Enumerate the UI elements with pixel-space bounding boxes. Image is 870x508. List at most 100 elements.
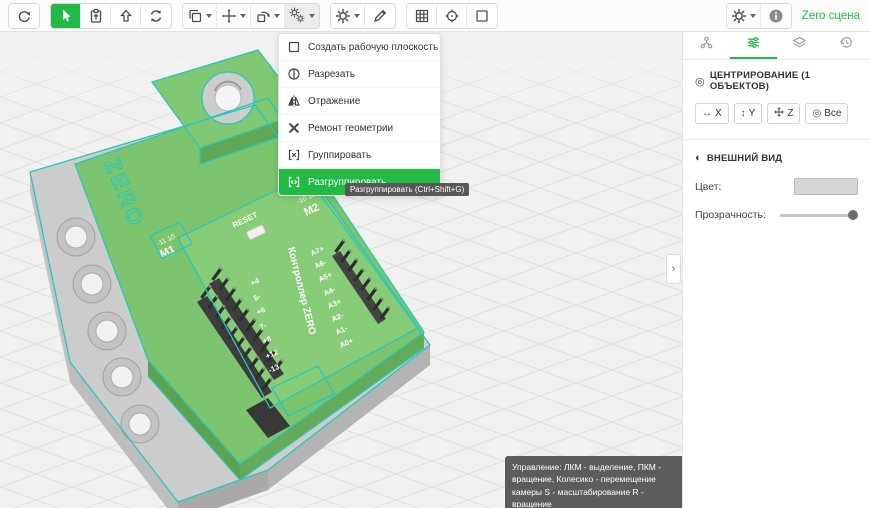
- controls-tooltip: Управление: ЛКМ - выделение, ПКМ - враще…: [505, 456, 682, 508]
- toolbar-group-edit: [330, 3, 396, 29]
- panel-divider: [683, 139, 870, 140]
- menu-item-mirror[interactable]: Отражение: [279, 88, 440, 115]
- axis-buttons: ↔ X ↕ Y Z ◎ Все: [695, 103, 858, 124]
- info-icon: [768, 8, 784, 24]
- modify-dropdown-button[interactable]: [285, 4, 319, 28]
- copy-icon: [187, 8, 203, 24]
- color-row: Цвет:: [695, 178, 858, 195]
- appearance-section: ◐ ВНЕШНИЙ ВИД Цвет: Прозрачность:: [683, 142, 870, 237]
- tab-structure[interactable]: [683, 32, 730, 59]
- tab-properties[interactable]: [730, 32, 777, 59]
- centering-title: ЦЕНТРИРОВАНИЕ (1 ОБЪЕКТОВ): [710, 70, 858, 92]
- copy-dropdown-button[interactable]: [183, 4, 217, 28]
- centering-title-row: ◎ ЦЕНТРИРОВАНИЕ (1 ОБЪЕКТОВ): [695, 70, 858, 92]
- rotate-icon: [255, 8, 271, 24]
- mirror-icon: [287, 94, 301, 108]
- center-y-button[interactable]: ↕ Y: [734, 103, 763, 124]
- square-icon: [474, 8, 490, 24]
- slider-track: [780, 214, 858, 217]
- transparency-row: Прозрачность:: [695, 209, 858, 221]
- target-icon: [444, 8, 460, 24]
- vertical-arrows-icon: ↕: [741, 108, 746, 119]
- toolbar-group-tools: [50, 3, 172, 29]
- clipboard-icon: [88, 8, 104, 24]
- slider-knob[interactable]: [848, 210, 858, 220]
- gears-icon: [289, 7, 306, 24]
- menu-item-label: Отражение: [308, 96, 360, 107]
- menu-item-label: Ремонт геометрии: [308, 123, 393, 134]
- grid-button[interactable]: [407, 4, 437, 28]
- chevron-right-icon: ›: [672, 263, 676, 275]
- scene-title: Zero сцена: [802, 10, 862, 22]
- bullseye-icon: ◎: [812, 108, 821, 119]
- sliders-icon: [746, 35, 761, 55]
- tab-history[interactable]: [823, 32, 870, 59]
- ungroup-icon: [287, 175, 301, 189]
- select-tool-button[interactable]: [51, 4, 81, 28]
- appearance-title-row: ◐ ВНЕШНИЙ ВИД: [695, 152, 858, 164]
- app-window: Zero сцена: [0, 0, 870, 508]
- move-dropdown-button[interactable]: [217, 4, 251, 28]
- chevron-down-icon: [240, 14, 246, 18]
- panel-tabs: [683, 32, 870, 60]
- sync-icon: [148, 8, 164, 24]
- menu-item-label: Группировать: [308, 150, 371, 161]
- menu-item-create-plane[interactable]: Создать рабочую плоскость: [279, 34, 440, 61]
- chevron-down-icon: [750, 14, 756, 18]
- chevron-down-icon: [309, 14, 315, 18]
- center-x-button[interactable]: ↔ X: [695, 103, 729, 124]
- menu-item-label: Создать рабочую плоскость: [308, 42, 438, 53]
- target-icon: ◎: [695, 75, 705, 88]
- viewport: ZERO -11 10 M1 RESET -10 11 M2 Контролле…: [0, 32, 682, 508]
- focus-button[interactable]: [437, 4, 467, 28]
- menu-item-label: Разрезать: [308, 69, 355, 80]
- center-all-button[interactable]: ◎ Все: [805, 103, 848, 124]
- menu-item-cut[interactable]: Разрезать: [279, 61, 440, 88]
- horizontal-arrows-icon: ↔: [702, 108, 712, 119]
- menu-item-group[interactable]: Группировать: [279, 142, 440, 169]
- grid-icon: [414, 8, 430, 24]
- cut-icon: [287, 67, 301, 81]
- tab-layers[interactable]: [777, 32, 824, 59]
- sync-tool-button[interactable]: [141, 4, 171, 28]
- frame-button[interactable]: [467, 4, 497, 28]
- up-arrow-icon: [118, 8, 134, 24]
- upload-tool-button[interactable]: [111, 4, 141, 28]
- scene-settings-dropdown-button[interactable]: [727, 4, 761, 28]
- tree-icon: [699, 35, 714, 55]
- reload-icon: [16, 8, 32, 24]
- appearance-title: ВНЕШНИЙ ВИД: [707, 153, 782, 164]
- paste-tool-button[interactable]: [81, 4, 111, 28]
- gear-icon: [335, 8, 351, 24]
- settings-dropdown-button[interactable]: [331, 4, 365, 28]
- modify-dropdown-menu: Создать рабочую плоскость Разрезать Отра…: [278, 33, 441, 196]
- panel-collapse-button[interactable]: ›: [666, 254, 681, 284]
- pencil-icon: [372, 8, 388, 24]
- center-z-button[interactable]: Z: [767, 103, 800, 124]
- transparency-slider[interactable]: [780, 210, 858, 221]
- toolbar-group-reload: [8, 3, 40, 29]
- top-toolbar: Zero сцена: [0, 0, 870, 32]
- chevron-down-icon: [206, 14, 212, 18]
- info-button[interactable]: [761, 4, 791, 28]
- head-hole: [215, 85, 241, 111]
- menu-tooltip: Разгруппировать (Ctrl+Shift+G): [345, 183, 469, 196]
- edit-button[interactable]: [365, 4, 395, 28]
- repair-icon: [287, 121, 301, 135]
- toolbar-right: Zero сцена: [726, 3, 862, 29]
- reload-button[interactable]: [9, 4, 39, 28]
- chevron-down-icon: [274, 14, 280, 18]
- group-icon: [287, 148, 301, 162]
- toolbar-group-transform: [182, 3, 320, 29]
- main-area: ZERO -11 10 M1 RESET -10 11 M2 Контролле…: [0, 32, 870, 508]
- rotate-dropdown-button[interactable]: [251, 4, 285, 28]
- color-swatch[interactable]: [794, 178, 858, 195]
- menu-item-repair[interactable]: Ремонт геометрии: [279, 115, 440, 142]
- transparency-label: Прозрачность:: [695, 209, 766, 221]
- plane-icon: [287, 40, 301, 54]
- properties-panel: ◎ ЦЕНТРИРОВАНИЕ (1 ОБЪЕКТОВ) ↔ X ↕ Y Z: [682, 32, 870, 508]
- layers-icon: [792, 35, 807, 55]
- cursor-icon: [58, 8, 74, 24]
- move-cross-icon: [774, 107, 784, 120]
- chevron-down-icon: [354, 14, 360, 18]
